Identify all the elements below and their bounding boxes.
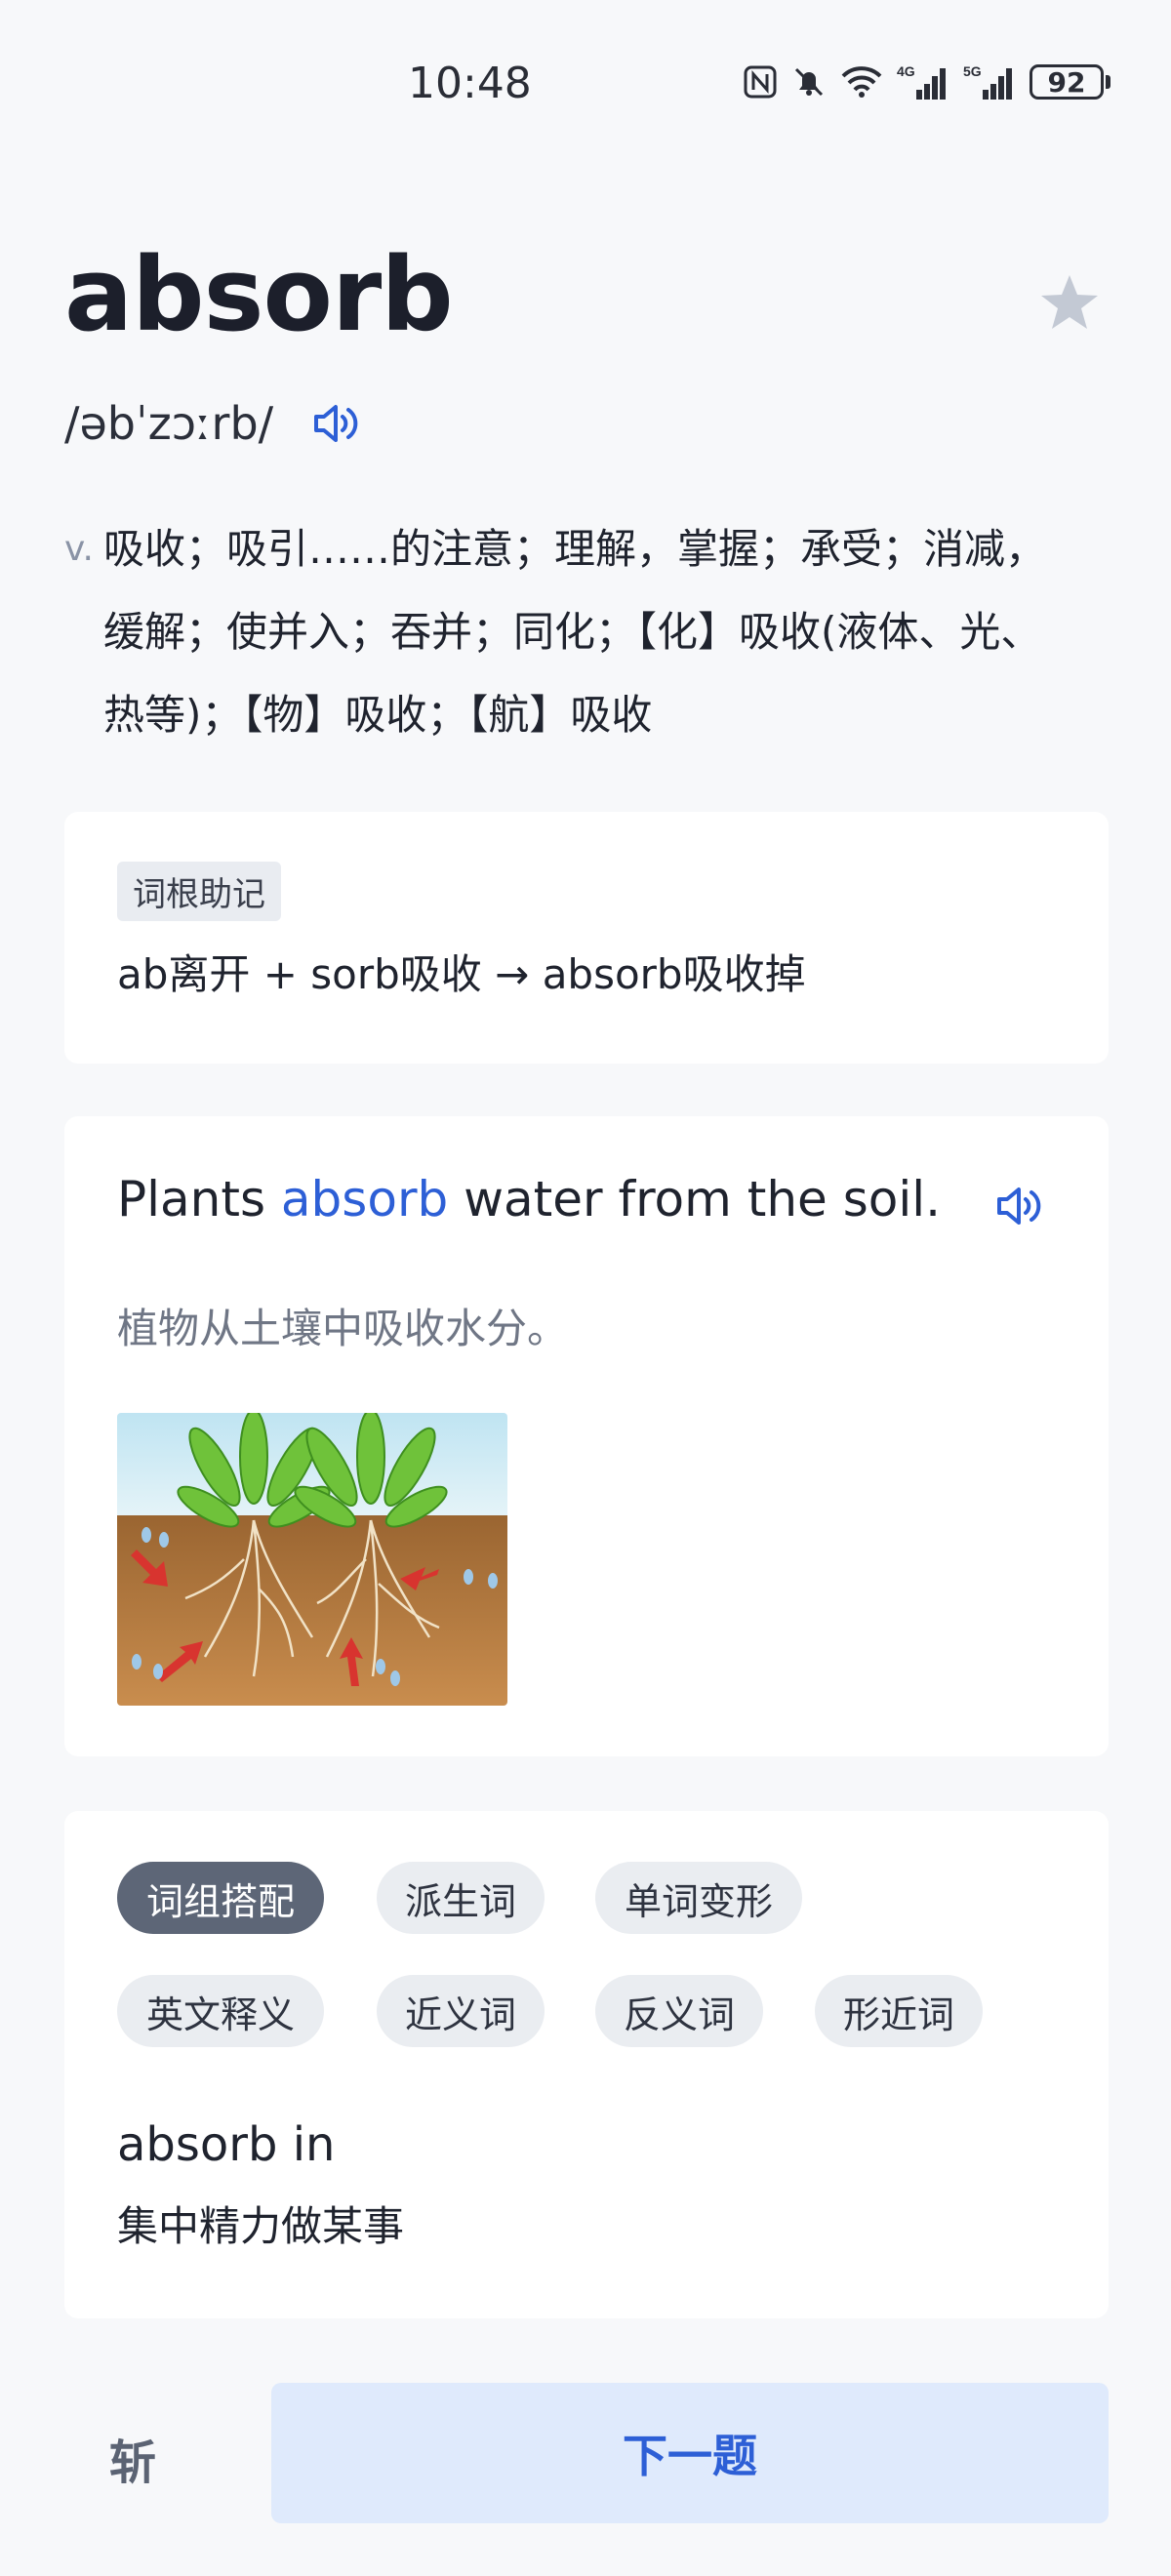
word-detail-screen: 10:48 4G 5G 92 absorb /əbˈzɔːrb/ v. 吸收；吸… [0,0,1171,2576]
phonetic: /əbˈzɔːrb/ [64,397,274,450]
example-highlight[interactable]: absorb [281,1171,448,1228]
wifi-icon [841,66,882,98]
next-question-button[interactable]: 下一题 [271,2383,1109,2523]
example-after: water from the soil. [448,1171,942,1228]
example-speaker-icon[interactable] [989,1177,1048,1235]
status-time: 10:48 [408,59,532,108]
tab-phrases[interactable]: 词组搭配 [117,1862,324,1934]
svg-text:4G: 4G [897,63,915,79]
bottom-action-bar: 斩 下一题 [0,2342,1171,2576]
star-icon[interactable] [1038,271,1101,334]
definition: v. 吸收；吸引……的注意；理解，掌握；承受；消减，缓解；使并入；吞并；同化；【… [64,507,1079,756]
example-before: Plants [117,1171,281,1228]
signal-5g-icon: 5G [963,63,1012,100]
battery-level: 92 [1030,64,1104,100]
speaker-icon[interactable] [306,394,365,453]
mnemonic-text: ab离开 + sorb吸收 → absorb吸收掉 [117,950,806,998]
tab-word-forms[interactable]: 单词变形 [595,1862,802,1934]
mnemonic-card: 词根助记 ab离开 + sorb吸收 → absorb吸收掉 [64,812,1109,1064]
battery-icon: 92 [1030,64,1110,100]
status-bar: 10:48 4G 5G 92 [0,0,1171,146]
tab-synonyms[interactable]: 近义词 [377,1975,545,2047]
status-icons: 4G 5G 92 [743,62,1110,101]
example-card: Plants absorb water from the soil. 植物从土壤… [64,1116,1109,1756]
definition-text: 吸收；吸引……的注意；理解，掌握；承受；消减，缓解；使并入；吞并；同化；【化】吸… [102,525,1046,739]
kill-word-button[interactable]: 斩 [109,2424,156,2492]
example-sentence: Plants absorb water from the soil. [117,1171,941,1228]
example-illustration[interactable] [117,1413,507,1706]
signal-4g-icon: 4G [897,63,946,100]
tab-similar-words[interactable]: 形近词 [815,1975,983,2047]
part-of-speech: v. [64,529,94,569]
tab-english-definition[interactable]: 英文释义 [117,1975,324,2047]
phonetic-row: /əbˈzɔːrb/ [64,394,365,453]
related-card: 词组搭配 派生词 单词变形 英文释义 近义词 反义词 形近词 absorb in… [64,1811,1109,2318]
tab-antonyms[interactable]: 反义词 [595,1975,763,2047]
example-translation: 植物从土壤中吸收水分。 [117,1305,569,1352]
nfc-icon [744,65,777,99]
tab-derivatives[interactable]: 派生词 [377,1862,545,1934]
svg-text:5G: 5G [963,63,982,79]
phrase-text: absorb in [117,2117,336,2172]
headword: absorb [64,235,454,354]
mute-icon [794,67,824,97]
mnemonic-tag: 词根助记 [117,862,281,921]
battery-tip [1106,75,1110,89]
phrase-meaning: 集中精力做某事 [117,2202,405,2250]
